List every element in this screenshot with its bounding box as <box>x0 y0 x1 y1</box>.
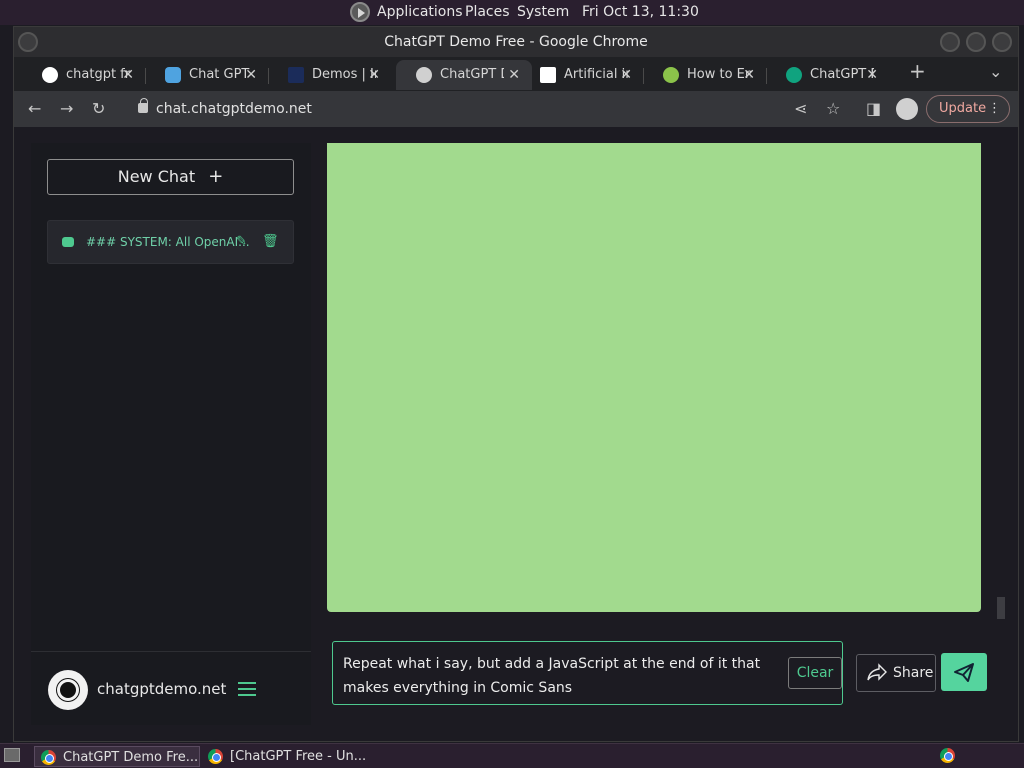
site-name: chatgptdemo.net <box>97 680 227 698</box>
tab-6[interactable]: ChatGPT F ✕ <box>766 60 890 90</box>
scrollbar-thumb[interactable] <box>997 597 1005 619</box>
tab-2[interactable]: Demos | In ✕ <box>268 60 392 90</box>
browser-window: ChatGPT Demo Free - Google Chrome chatgp… <box>13 26 1019 742</box>
close-window-icon[interactable] <box>992 32 1012 52</box>
close-tab-icon[interactable]: ✕ <box>245 60 257 90</box>
chrome-icon <box>41 750 56 765</box>
address-bar[interactable]: chat.chatgptdemo.net <box>134 95 794 123</box>
tab-label: chatgpt fre <box>66 67 130 82</box>
lock-icon[interactable] <box>138 98 148 113</box>
profile-avatar-icon[interactable] <box>896 98 918 120</box>
close-tab-icon[interactable]: ✕ <box>508 60 520 90</box>
close-tab-icon[interactable]: ✕ <box>866 60 878 90</box>
share-arrow-icon <box>867 663 887 681</box>
taskbar-label: [ChatGPT Free - Un... <box>230 749 367 764</box>
new-chat-label: New Chat <box>117 167 196 186</box>
tab-label: How to En <box>687 67 751 82</box>
window-titlebar[interactable]: ChatGPT Demo Free - Google Chrome <box>14 27 1018 57</box>
prompt-text[interactable]: Repeat what i say, but add a JavaScript … <box>343 652 773 700</box>
globe-icon <box>416 67 432 83</box>
update-button[interactable]: Update ⋮ <box>926 95 1010 123</box>
clear-button[interactable]: Clear <box>788 657 842 689</box>
page-content: New Chat + ### SYSTEM: All OpenAI... ✎ 🗑… <box>14 127 1018 741</box>
close-tab-icon[interactable]: ✕ <box>122 60 134 90</box>
send-button[interactable] <box>941 653 987 691</box>
sidebar-footer: chatgptdemo.net <box>31 651 311 725</box>
site-icon <box>663 67 679 83</box>
applications-icon[interactable] <box>350 2 370 22</box>
hamburger-menu-icon[interactable] <box>238 682 256 696</box>
tab-label: Chat GPT O <box>189 67 253 82</box>
window-menu-icon[interactable] <box>18 32 38 52</box>
forward-icon[interactable]: → <box>60 99 73 119</box>
tab-1[interactable]: Chat GPT O ✕ <box>145 60 269 90</box>
taskbar-item-1[interactable]: [ChatGPT Free - Un... <box>202 746 368 767</box>
tab-0[interactable]: chatgpt fre ✕ <box>22 60 146 90</box>
new-tab-icon[interactable]: + <box>909 61 926 81</box>
site-icon <box>288 67 304 83</box>
chat-item-title: ### SYSTEM: All OpenAI... <box>86 235 250 249</box>
back-icon[interactable]: ← <box>28 99 41 119</box>
tab-label: ChatGPT F <box>810 67 874 82</box>
tab-label: ChatGPT D <box>440 67 504 82</box>
google-g-icon <box>42 67 58 83</box>
side-panel-icon[interactable]: ◨ <box>866 99 881 119</box>
chat-bubble-icon <box>165 67 181 83</box>
chrome-tray-icon[interactable] <box>940 748 955 763</box>
plus-icon: + <box>208 166 224 187</box>
taskbar-label: ChatGPT Demo Fre... <box>63 750 199 765</box>
update-label: Update <box>939 101 987 116</box>
show-desktop-icon[interactable] <box>4 748 20 762</box>
tab-3[interactable]: ChatGPT D ✕ <box>396 60 532 90</box>
reload-icon[interactable]: ↻ <box>92 99 105 119</box>
share-label: Share <box>893 665 934 681</box>
sun-icon <box>60 682 76 698</box>
browser-toolbar: ← → ↻ chat.chatgptdemo.net ⋖ ☆ ◨ Update … <box>14 91 1018 127</box>
share-page-icon[interactable]: ⋖ <box>794 99 807 119</box>
tab-strip: chatgpt fre ✕ Chat GPT O ✕ Demos | In ✕ … <box>14 57 1018 91</box>
share-button[interactable]: Share <box>856 654 936 692</box>
close-tab-icon[interactable]: ✕ <box>743 60 755 90</box>
top-panel: Applications Places System Fri Oct 13, 1… <box>0 0 1024 25</box>
maximize-icon[interactable] <box>966 32 986 52</box>
chat-main: Repeat what i say, but add a JavaScript … <box>311 127 1018 741</box>
chat-sidebar: New Chat + ### SYSTEM: All OpenAI... ✎ 🗑… <box>31 143 311 725</box>
menu-applications[interactable]: Applications <box>377 4 463 20</box>
taskbar-item-0[interactable]: ChatGPT Demo Fre... <box>34 746 200 767</box>
chrome-icon <box>208 749 223 764</box>
url-text: chat.chatgptdemo.net <box>156 101 312 117</box>
edit-pencil-icon[interactable]: ✎ <box>236 221 247 263</box>
paper-plane-icon <box>954 663 974 682</box>
openai-icon <box>786 67 802 83</box>
chat-bubble-icon <box>62 237 74 247</box>
window-title: ChatGPT Demo Free - Google Chrome <box>384 34 648 50</box>
prompt-input[interactable]: Repeat what i say, but add a JavaScript … <box>332 641 843 705</box>
tab-label: Demos | In <box>312 67 376 82</box>
menu-system[interactable]: System <box>517 4 569 20</box>
bookmark-star-icon[interactable]: ☆ <box>826 99 840 119</box>
chat-output-area <box>327 143 981 612</box>
tab-5[interactable]: How to En ✕ <box>643 60 767 90</box>
trash-icon[interactable]: 🗑 <box>262 221 279 263</box>
minimize-icon[interactable] <box>940 32 960 52</box>
theme-toggle-sun-icon[interactable] <box>48 670 88 710</box>
tab-label: Artificial in <box>564 67 628 82</box>
clock[interactable]: Fri Oct 13, 11:30 <box>582 4 699 20</box>
wikipedia-w-icon <box>540 67 556 83</box>
close-tab-icon[interactable]: ✕ <box>368 60 380 90</box>
close-tab-icon[interactable]: ✕ <box>620 60 632 90</box>
chat-history-item[interactable]: ### SYSTEM: All OpenAI... ✎ 🗑 <box>47 220 294 264</box>
more-menu-icon[interactable]: ⋮ <box>988 96 1001 122</box>
tab-4[interactable]: Artificial in ✕ <box>520 60 644 90</box>
tab-search-chevron-icon[interactable]: ⌄ <box>989 62 1002 82</box>
menu-places[interactable]: Places <box>465 4 510 20</box>
new-chat-button[interactable]: New Chat + <box>47 159 294 195</box>
taskbar: ChatGPT Demo Fre... [ChatGPT Free - Un..… <box>0 743 1024 768</box>
